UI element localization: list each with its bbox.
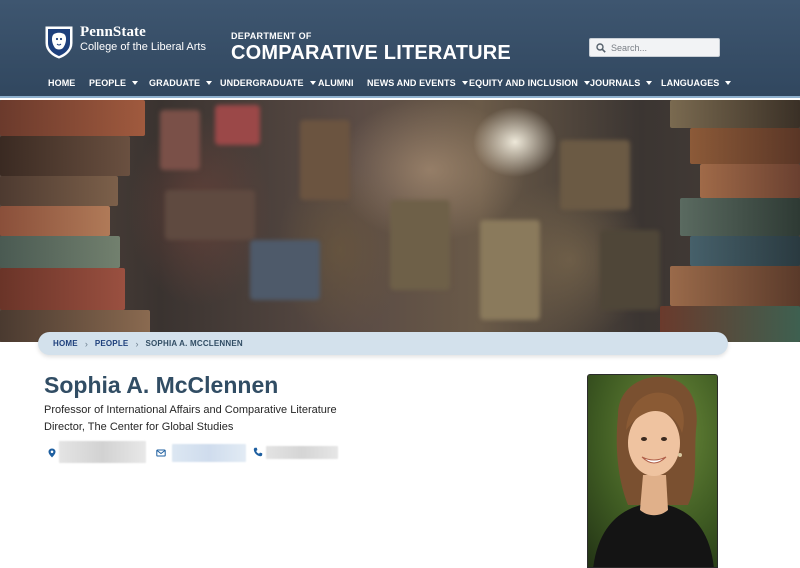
nav-languages-label: LANGUAGES — [661, 78, 720, 88]
book-spine — [0, 206, 110, 236]
search-icon[interactable] — [596, 42, 606, 53]
breadcrumb-current: SOPHIA A. MCCLENNEN — [145, 339, 243, 348]
profile-title-secondary: Director, The Center for Global Studies — [44, 421, 234, 433]
background-shelf — [600, 230, 660, 310]
nav-equity-label: EQUITY AND INCLUSION — [469, 78, 579, 88]
book-spine — [0, 176, 118, 206]
breadcrumb-people[interactable]: PEOPLE — [95, 339, 129, 348]
background-shelf — [390, 200, 450, 290]
nav-alumni[interactable]: ALUMNI — [318, 78, 354, 88]
nav-news-and-events[interactable]: NEWS AND EVENTS — [367, 78, 468, 88]
book-spine — [0, 236, 120, 268]
nav-journals-label: JOURNALS — [590, 78, 641, 88]
background-shelf — [160, 110, 200, 170]
chevron-down-icon — [646, 81, 653, 85]
search-input[interactable] — [611, 42, 711, 53]
email-icon — [156, 449, 166, 457]
nav-graduate[interactable]: GRADUATE — [149, 78, 213, 88]
site-header: PennState College of the Liberal Arts DE… — [0, 0, 800, 98]
pennstate-logo[interactable]: PennState College of the Liberal Arts — [44, 25, 206, 59]
phone-icon — [253, 447, 263, 457]
book-spine — [670, 266, 800, 306]
book-spine — [690, 128, 800, 164]
office-location-redacted — [59, 441, 146, 463]
nav-graduate-label: GRADUATE — [149, 78, 201, 88]
breadcrumb-home[interactable]: HOME — [53, 339, 78, 348]
nav-people-label: PEOPLE — [89, 78, 127, 88]
nittany-lion-shield-icon — [45, 26, 73, 59]
department-prefix: DEPARTMENT OF — [231, 31, 312, 41]
chevron-right-icon: › — [135, 338, 139, 349]
department-name: COMPARATIVE LITERATURE — [231, 42, 511, 64]
chevron-down-icon — [725, 81, 732, 85]
background-shelf — [560, 140, 630, 210]
background-shelf — [250, 240, 320, 300]
nav-news-label: NEWS AND EVENTS — [367, 78, 456, 88]
chevron-down-icon — [132, 81, 139, 85]
nav-equity-and-inclusion[interactable]: EQUITY AND INCLUSION — [469, 78, 591, 88]
book-spine — [0, 100, 145, 136]
logo-university: PennState — [80, 24, 146, 40]
nav-home-label: HOME — [48, 78, 76, 88]
hero-bookshelf-image — [0, 100, 800, 342]
book-spine — [690, 236, 800, 266]
search-box — [589, 38, 720, 57]
page-title: Sophia A. McClennen — [44, 372, 279, 398]
department-title[interactable]: DEPARTMENT OF COMPARATIVE LITERATURE — [231, 31, 511, 65]
nav-people[interactable]: PEOPLE — [89, 78, 139, 88]
chevron-down-icon — [461, 81, 468, 85]
main-nav: HOME PEOPLE GRADUATE UNDERGRADUATE ALUMN… — [0, 78, 800, 92]
book-spine — [680, 198, 800, 236]
nav-home[interactable]: HOME — [48, 78, 75, 88]
logo-college: College of the Liberal Arts — [80, 41, 206, 53]
portrait-illustration — [588, 375, 717, 567]
profile-title-primary: Professor of International Affairs and C… — [44, 404, 337, 416]
location-pin-icon — [48, 448, 56, 458]
chevron-down-icon — [206, 81, 213, 85]
email-link-redacted[interactable] — [172, 444, 246, 462]
book-spine — [670, 100, 800, 128]
book-spine — [700, 164, 800, 198]
phone-number-redacted — [266, 446, 338, 459]
background-shelf — [165, 190, 255, 240]
profile-photo — [587, 374, 718, 568]
nav-undergraduate-label: UNDERGRADUATE — [220, 78, 304, 88]
background-shelf — [300, 120, 350, 200]
chevron-down-icon — [309, 81, 316, 85]
background-shelf — [215, 105, 260, 145]
nav-alumni-label: ALUMNI — [318, 78, 354, 88]
nav-languages[interactable]: LANGUAGES — [661, 78, 732, 88]
book-spine — [0, 268, 125, 310]
nav-journals[interactable]: JOURNALS — [590, 78, 653, 88]
book-spine — [0, 136, 130, 176]
breadcrumb: HOME › PEOPLE › SOPHIA A. MCCLENNEN — [38, 332, 728, 355]
background-shelf — [480, 220, 540, 320]
nav-undergraduate[interactable]: UNDERGRADUATE — [220, 78, 316, 88]
chevron-right-icon: › — [84, 338, 88, 349]
